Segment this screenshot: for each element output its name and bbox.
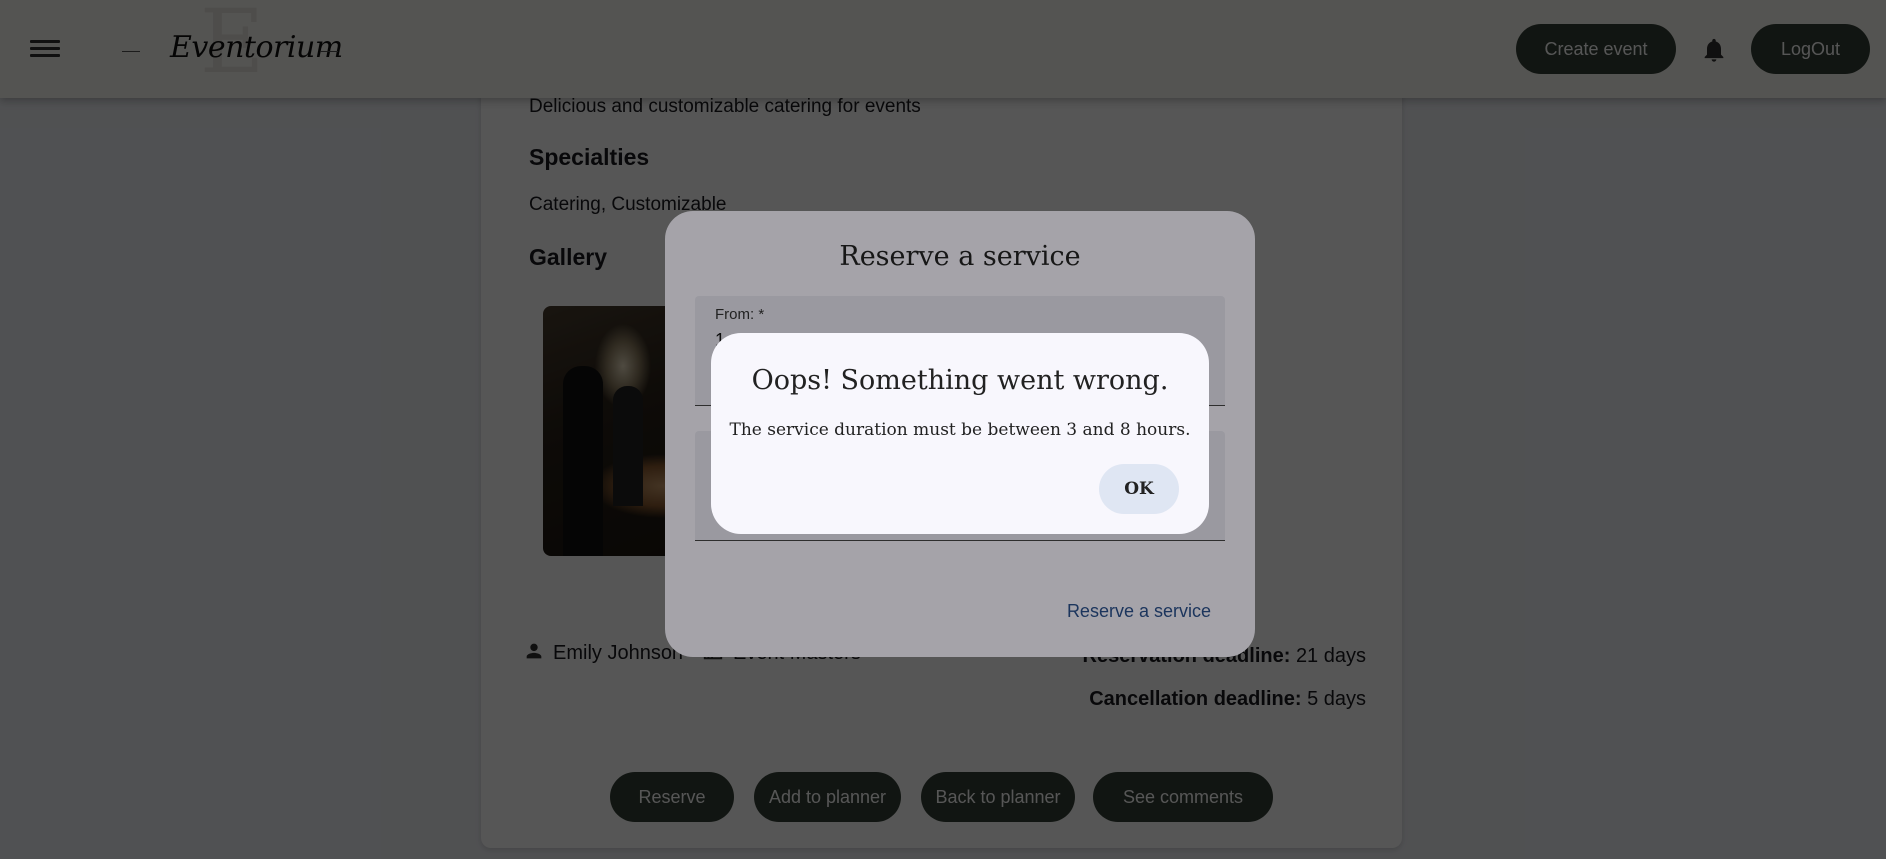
error-dialog-title: Oops! Something went wrong.	[751, 365, 1169, 396]
error-dialog-message: The service duration must be between 3 a…	[729, 420, 1191, 440]
error-dialog: Oops! Something went wrong. The service …	[711, 333, 1209, 534]
ok-button[interactable]: OK	[1099, 464, 1179, 514]
